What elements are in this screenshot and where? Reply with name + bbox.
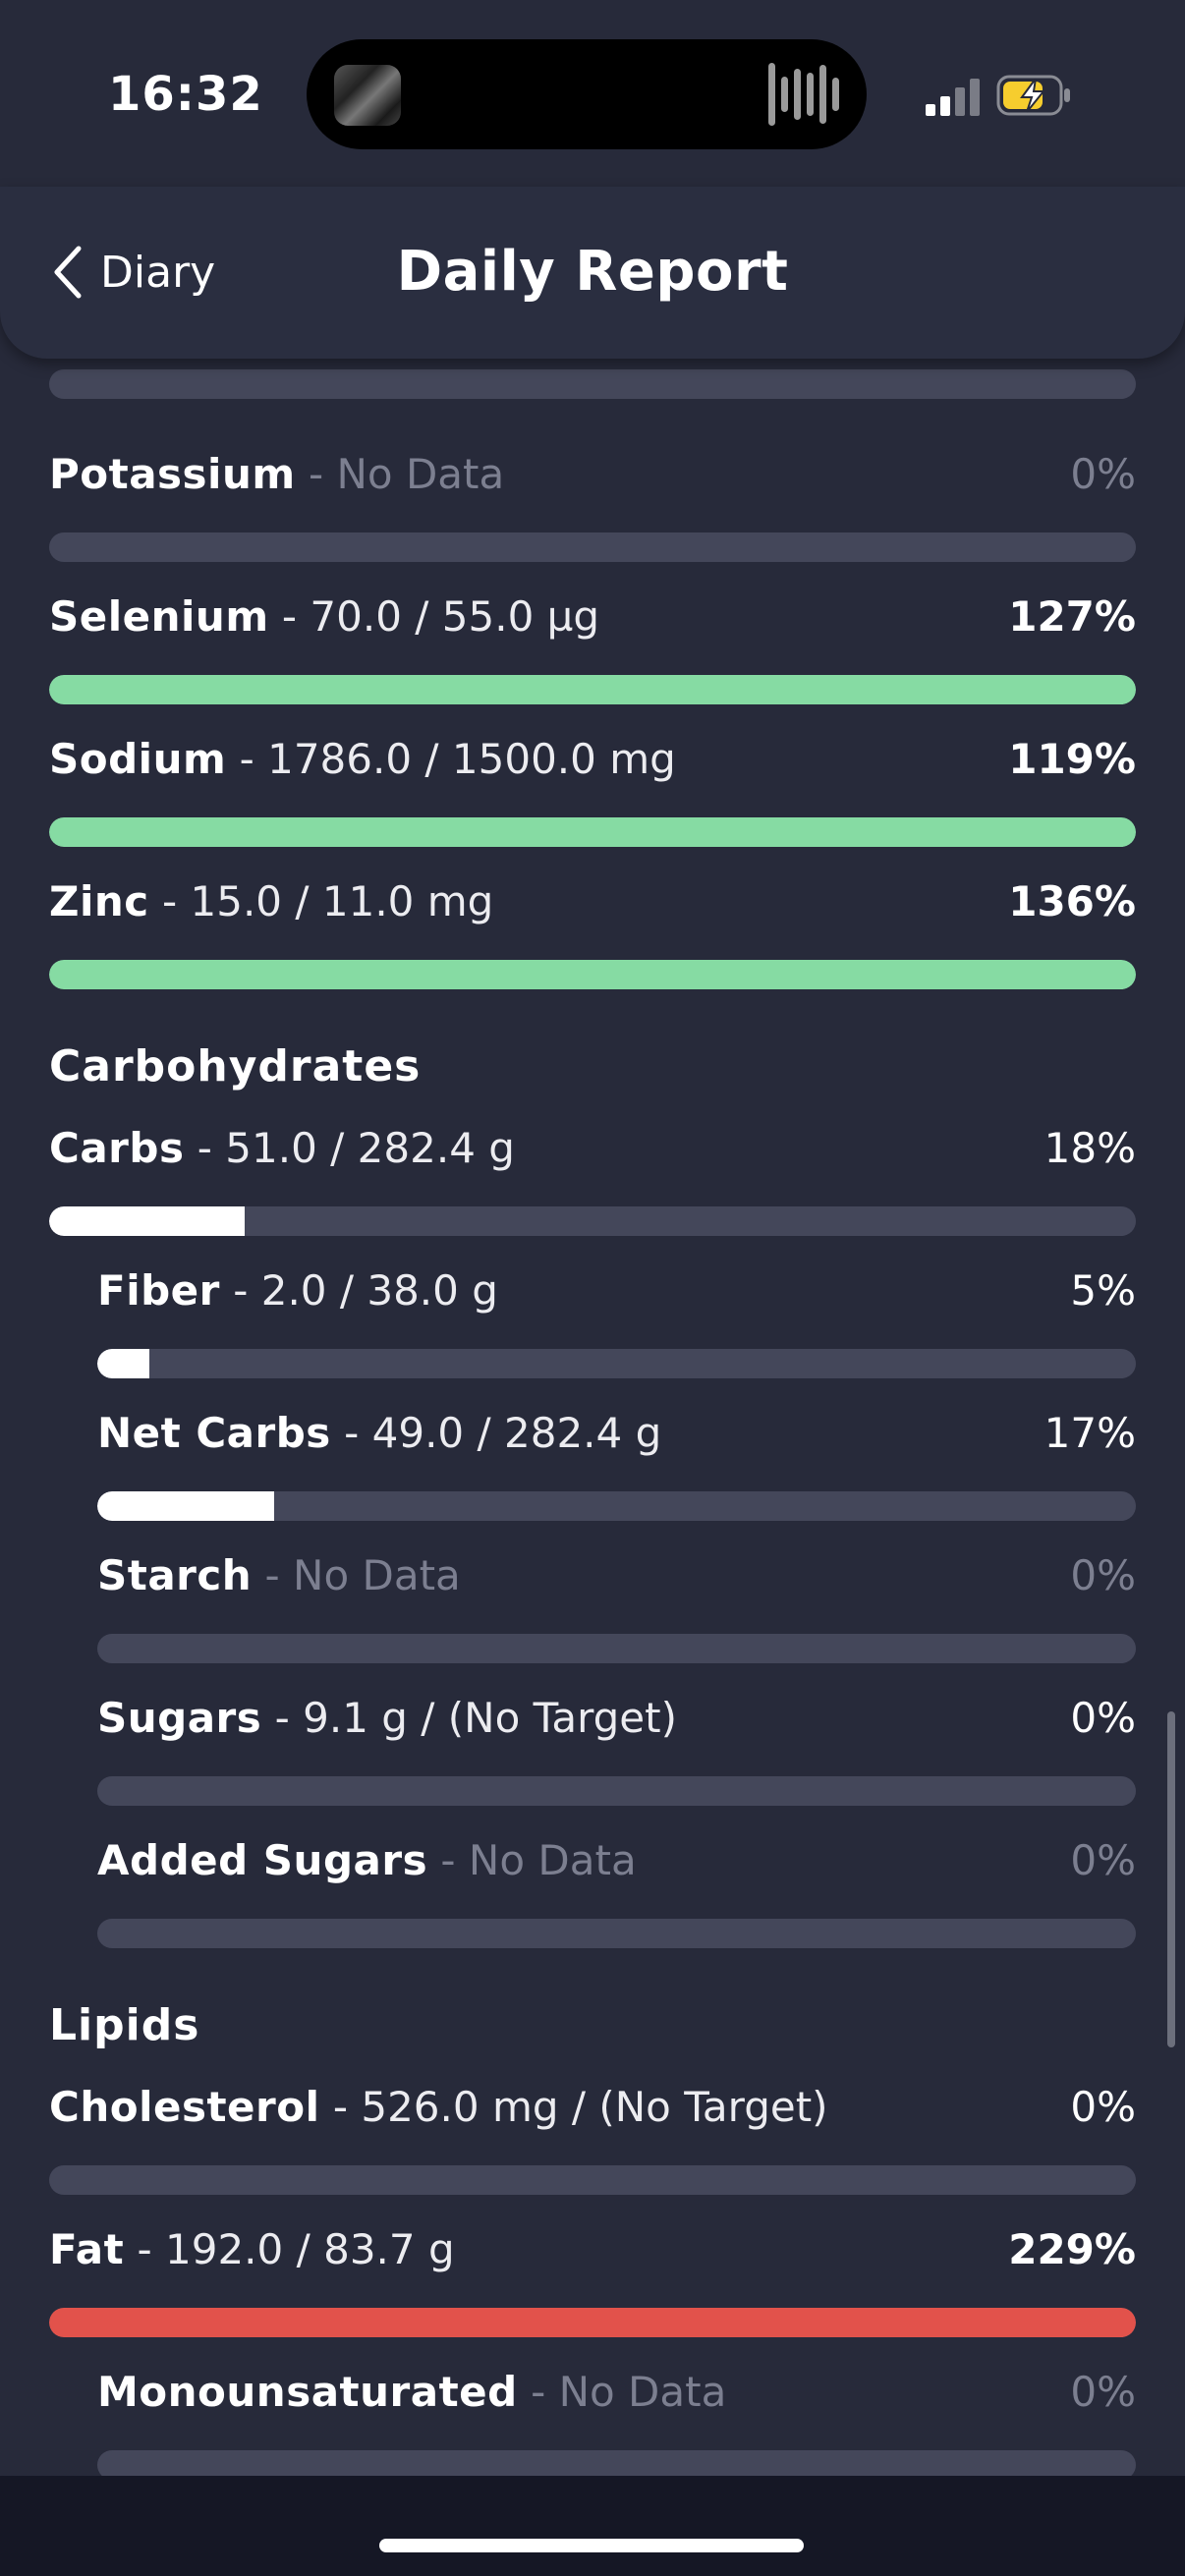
nutrient-percent: 119% — [1008, 735, 1136, 783]
nutrient-percent: 18% — [1044, 1124, 1136, 1172]
progress-fill — [49, 675, 1136, 704]
nutrient-percent: 136% — [1008, 877, 1136, 925]
nutrient-detail: - No Data — [517, 2368, 727, 2416]
nutrient-row-zinc[interactable]: Zinc - 15.0 / 11.0 mg 136% — [49, 877, 1136, 995]
nutrient-row-fat[interactable]: Fat - 192.0 / 83.7 g 229% — [49, 2225, 1136, 2343]
nutrient-name: Potassium — [49, 450, 296, 498]
nutrient-detail: - 15.0 / 11.0 mg — [148, 877, 494, 925]
progress-fill — [49, 960, 1136, 989]
nutrient-name: Starch — [97, 1551, 253, 1599]
nutrient-name: Monounsaturated — [97, 2368, 518, 2416]
nutrient-name: Fiber — [97, 1266, 220, 1315]
navigation-bar: Diary Daily Report — [0, 187, 1185, 359]
progress-fill — [97, 1491, 274, 1521]
progress-track — [97, 1776, 1136, 1806]
progress-fill — [97, 1349, 149, 1378]
progress-track — [49, 960, 1136, 989]
nutrient-row-carbs[interactable]: Carbs - 51.0 / 282.4 g 18% — [49, 1124, 1136, 1242]
progress-fill — [49, 1206, 246, 1236]
nutrient-row-monounsaturated[interactable]: Monounsaturated - No Data 0% — [97, 2368, 1136, 2476]
nutrient-detail: - 526.0 mg / (No Target) — [319, 2083, 828, 2131]
nutrient-percent: 17% — [1044, 1409, 1136, 1457]
nutrient-name: Selenium — [49, 592, 269, 641]
nutrient-name: Net Carbs — [97, 1409, 331, 1457]
nutrient-detail: - 51.0 / 282.4 g — [184, 1124, 515, 1172]
nutrient-name: Carbs — [49, 1124, 185, 1172]
progress-track — [49, 817, 1136, 847]
nutrient-row-net-carbs[interactable]: Net Carbs - 49.0 / 282.4 g 17% — [97, 1409, 1136, 1527]
nutrient-row-sugars[interactable]: Sugars - 9.1 g / (No Target) 0% — [97, 1694, 1136, 1812]
nutrient-detail: - 192.0 / 83.7 g — [124, 2225, 455, 2273]
nutrient-percent: 0% — [1070, 450, 1136, 498]
progress-track — [49, 675, 1136, 704]
nutrient-row-sodium[interactable]: Sodium - 1786.0 / 1500.0 mg 119% — [49, 735, 1136, 853]
nutrient-detail: - 49.0 / 282.4 g — [330, 1409, 662, 1457]
nutrient-row-added-sugars[interactable]: Added Sugars - No Data 0% — [97, 1836, 1136, 1954]
nutrient-name: Added Sugars — [97, 1836, 428, 1884]
progress-fill — [49, 2308, 1136, 2337]
scrollbar[interactable] — [1167, 1711, 1175, 2047]
nutrient-row-selenium[interactable]: Selenium - 70.0 / 55.0 µg 127% — [49, 592, 1136, 710]
progress-track — [97, 1349, 1136, 1378]
nutrient-detail: - 1786.0 / 1500.0 mg — [226, 735, 676, 783]
nutrient-name: Sugars — [97, 1694, 262, 1742]
nutrient-detail: - 9.1 g / (No Target) — [261, 1694, 677, 1742]
nutrient-detail: - 70.0 / 55.0 µg — [268, 592, 600, 641]
nutrient-detail: - No Data — [295, 450, 505, 498]
progress-track — [97, 1634, 1136, 1663]
progress-track — [49, 532, 1136, 562]
page-title: Daily Report — [396, 240, 789, 304]
nutrient-row-potassium[interactable]: Potassium - No Data 0% — [49, 450, 1136, 568]
nutrient-name: Zinc — [49, 877, 149, 925]
nutrient-percent: 0% — [1070, 1694, 1136, 1742]
nutrient-percent: 0% — [1070, 1836, 1136, 1884]
section-title-carbohydrates: Carbohydrates — [49, 1041, 422, 1092]
nutrient-detail: - No Data — [427, 1836, 637, 1884]
nutrient-row-starch[interactable]: Starch - No Data 0% — [97, 1551, 1136, 1669]
progress-track — [49, 369, 1136, 399]
nutrient-percent: 0% — [1070, 2083, 1136, 2131]
nutrient-row-cholesterol[interactable]: Cholesterol - 526.0 mg / (No Target) 0% — [49, 2083, 1136, 2201]
home-indicator[interactable] — [379, 2539, 804, 2552]
nutrient-percent: 0% — [1070, 2368, 1136, 2416]
progress-track — [49, 2165, 1136, 2195]
home-area — [0, 2476, 1185, 2576]
section-title-lipids: Lipids — [49, 2000, 200, 2050]
nutrient-name: Sodium — [49, 735, 227, 783]
nutrient-percent: 127% — [1008, 592, 1136, 641]
nutrient-row-fiber[interactable]: Fiber - 2.0 / 38.0 g 5% — [97, 1266, 1136, 1384]
progress-track — [49, 2308, 1136, 2337]
nutrient-detail: - No Data — [252, 1551, 461, 1599]
progress-track — [97, 2450, 1136, 2476]
nutrient-detail: - 2.0 / 38.0 g — [219, 1266, 498, 1315]
nutrient-percent: 0% — [1070, 1551, 1136, 1599]
report-list[interactable]: Potassium - No Data 0% Selenium - 70.0 / … — [0, 0, 1185, 2476]
nutrient-percent: 229% — [1008, 2225, 1136, 2273]
nutrient-percent: 5% — [1070, 1266, 1136, 1315]
nutrient-name: Cholesterol — [49, 2083, 320, 2131]
progress-track — [97, 1491, 1136, 1521]
progress-track — [97, 1919, 1136, 1948]
nutrient-name: Fat — [49, 2225, 125, 2273]
progress-track — [49, 1206, 1136, 1236]
progress-fill — [49, 817, 1136, 847]
